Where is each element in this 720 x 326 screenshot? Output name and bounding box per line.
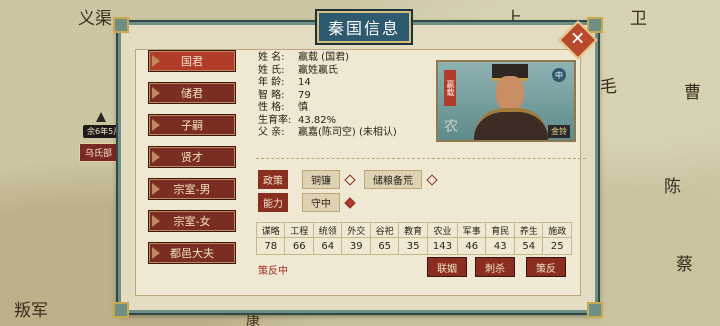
map-label-wei: 卫	[630, 9, 647, 29]
ruler-age: 14	[298, 77, 311, 88]
ruler-portrait[interactable]: 嬴载 中 农 金铃	[436, 60, 576, 142]
policy-row: 政策 铜镰 储粮备荒	[258, 170, 446, 189]
nav-royal-male[interactable]: 宗室-男	[148, 178, 236, 200]
policy-item[interactable]: 铜镰	[302, 170, 340, 189]
map-label-mao: 毛	[600, 77, 617, 97]
army-pin-icon[interactable]	[96, 112, 106, 122]
map-label-rebels: 叛军	[14, 301, 48, 321]
corner-ornament-icon	[113, 302, 129, 318]
nav-children[interactable]: 子嗣	[148, 114, 236, 136]
ruler-trait: 慎	[298, 102, 308, 113]
policy-label: 政策	[258, 170, 288, 189]
marriage-button[interactable]: 联姻	[427, 257, 467, 277]
section-divider	[256, 158, 586, 159]
stats-table: 谋略 工程 统领 外交 谷祀 教育 农业 军事 育民 养生 施政 78 66 6…	[255, 222, 572, 255]
ruler-info: 姓 名: 嬴载 (国君) 姓 氏: 嬴姓嬴氏 年 龄: 14 智 略: 79 性 格: 慎…	[258, 52, 397, 138]
ruler-name: 嬴载 (国君)	[298, 52, 349, 63]
category-nav: 国君 储君 子嗣 贤才 宗室-男 宗室-女 都邑大夫	[148, 50, 236, 274]
nav-ruler[interactable]: 国君	[148, 50, 236, 72]
map-label-yiqu: 义渠	[78, 9, 112, 29]
assassinate-button[interactable]: 刺杀	[475, 257, 515, 277]
ability-row: 能力 守中	[258, 193, 364, 212]
culture-badge: 农	[444, 119, 458, 135]
ability-item[interactable]: 守中	[302, 193, 340, 212]
map-label-cao: 曹	[684, 83, 701, 103]
ruler-fertility: 43.82%	[298, 114, 337, 126]
incite-button[interactable]: 策反	[526, 257, 566, 277]
rank-badge: 中	[552, 68, 566, 82]
city-label[interactable]: 乌氏部	[79, 143, 119, 162]
corner-ornament-icon	[587, 302, 603, 318]
map-label-chen: 陈	[664, 177, 681, 197]
item-badge: 金铃	[548, 125, 570, 138]
close-icon: ✕	[570, 29, 586, 50]
nav-city-officials[interactable]: 都邑大夫	[148, 242, 236, 264]
face-icon	[496, 76, 524, 110]
stats-value-row: 78 66 64 39 65 35 143 46 43 54 25	[255, 237, 572, 255]
diamond-icon	[344, 173, 356, 186]
policy-item[interactable]: 储粮备荒	[364, 170, 422, 189]
ruler-father: 嬴嘉(陈司空) (未相认)	[298, 127, 397, 138]
diamond-icon	[344, 196, 356, 209]
rebel-status: 策反中	[258, 266, 288, 277]
dialog-title: 秦国信息	[317, 11, 411, 43]
map-label-cai: 蔡	[676, 255, 693, 275]
ability-label: 能力	[258, 193, 288, 212]
ruler-clan: 嬴姓嬴氏	[298, 64, 338, 76]
nav-heir[interactable]: 储君	[148, 82, 236, 104]
ruler-intellect: 79	[298, 89, 311, 101]
stats-header-row: 谋略 工程 统领 外交 谷祀 教育 农业 军事 育民 养生 施政	[255, 222, 572, 238]
corner-ornament-icon	[113, 17, 129, 33]
nav-royal-female[interactable]: 宗室-女	[148, 210, 236, 232]
portrait-name-tag: 嬴载	[444, 70, 456, 106]
robe-icon	[474, 108, 548, 140]
diamond-icon	[426, 173, 438, 186]
nav-talents[interactable]: 贤才	[148, 146, 236, 168]
